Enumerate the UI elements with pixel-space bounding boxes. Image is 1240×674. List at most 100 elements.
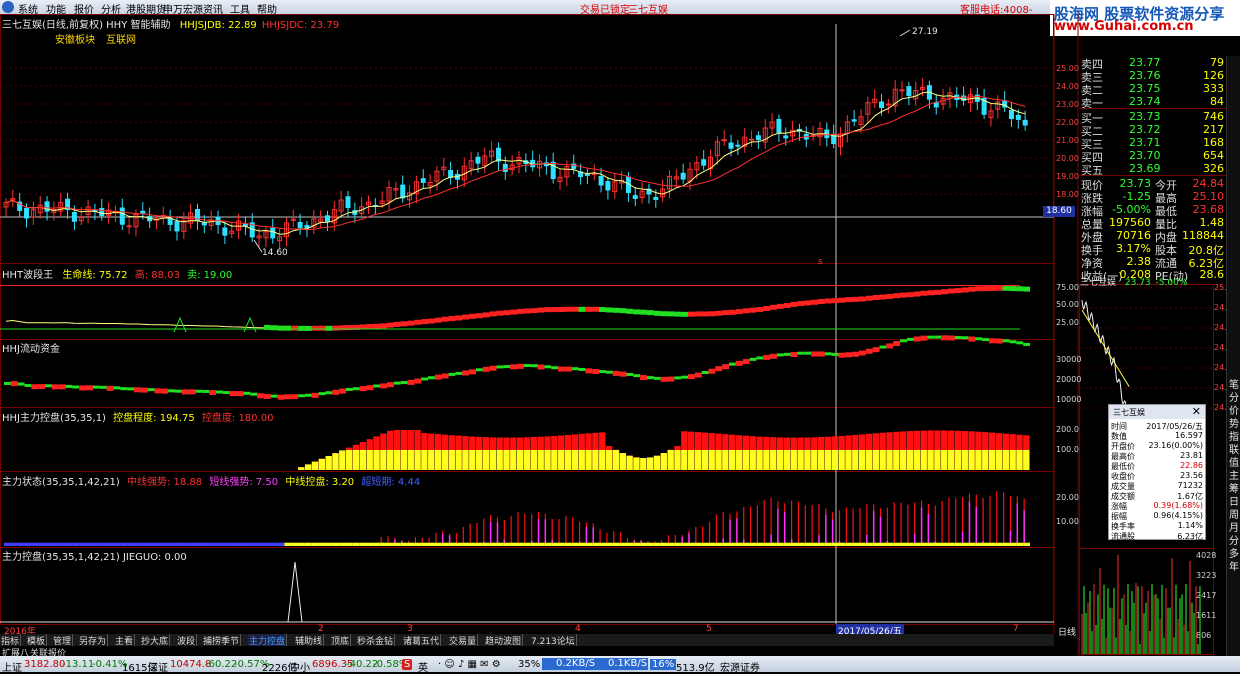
chart-tab-2[interactable]: 管理 bbox=[52, 634, 74, 647]
chart-tab-5[interactable]: 抄大底 bbox=[140, 634, 171, 647]
ind2-step bbox=[209, 390, 217, 396]
ind3-yellow-bar bbox=[1023, 450, 1030, 470]
ind4-series bbox=[4, 491, 1030, 546]
ind1-tick-2: 25.00 bbox=[1056, 318, 1079, 327]
ind3-yellow-bar bbox=[325, 456, 332, 470]
chart-tab-1[interactable]: 模板 bbox=[26, 634, 48, 647]
ind2-step bbox=[804, 351, 812, 355]
ind4-base-bar bbox=[31, 542, 39, 546]
ind2-step bbox=[140, 387, 148, 393]
tooltip-value: 0.39(1.68%) bbox=[1153, 501, 1203, 510]
chart-tab-7[interactable]: 捕捞季节 bbox=[202, 634, 242, 647]
sector-link-internet[interactable]: 互联网 bbox=[106, 31, 136, 46]
ind2-step bbox=[393, 381, 401, 385]
ind2-step bbox=[530, 364, 538, 368]
sell-row-0[interactable]: 卖四 23.77 79 bbox=[1079, 56, 1226, 71]
ind2-step bbox=[291, 394, 299, 400]
ind1-tick-0: 75.00 bbox=[1056, 283, 1079, 292]
tooltip-key: 时间 bbox=[1111, 422, 1127, 431]
sell-row-2[interactable]: 卖二 23.75 333 bbox=[1079, 82, 1226, 97]
indicator-tabs: 指标 模板 管理 另存为 主看 抄大底 波段 捕捞季节 主力控盘 辅助线 顶底 秒杀金钻 诸葛五代 交易量… bbox=[0, 634, 1054, 647]
tooltip-row: 成交额 1.67亿 bbox=[1111, 491, 1203, 501]
chart-tab-15[interactable]: 7.213论坛 bbox=[530, 634, 577, 647]
chart-tab-3[interactable]: 另存为 bbox=[78, 634, 109, 647]
sell-price: 23.75 bbox=[1129, 82, 1161, 95]
chart-tab-14[interactable]: 趋动波图 bbox=[484, 634, 524, 647]
chart-tab-13[interactable]: 交易量 bbox=[448, 634, 479, 647]
chart-canvas[interactable]: 25.1024.9024.8024.6924.5924.4924.3940283… bbox=[0, 0, 1240, 672]
sell-row-3[interactable]: 卖一 23.74 84 bbox=[1079, 95, 1226, 110]
ind2-step bbox=[366, 385, 374, 391]
ind2-step bbox=[65, 384, 73, 388]
buy-row-4[interactable]: 买五 23.69 326 bbox=[1079, 162, 1226, 177]
chart-tab-10[interactable]: 顶底 bbox=[330, 634, 352, 647]
quote-row-2: 涨幅 -5.00% 最低 23.68 bbox=[1079, 203, 1226, 218]
ind1-band bbox=[564, 306, 572, 312]
chart-tab-6[interactable]: 波段 bbox=[176, 634, 198, 647]
ind4-base-bar bbox=[113, 542, 121, 546]
chart-tab-9[interactable]: 辅助线 bbox=[294, 634, 325, 647]
buy-row-0[interactable]: 买一 23.73 746 bbox=[1079, 110, 1226, 125]
ind2-step bbox=[51, 384, 59, 390]
ind1-band bbox=[817, 298, 825, 304]
ind2-name: HHJ流动资金 bbox=[2, 344, 60, 355]
close-icon[interactable]: ✕ bbox=[1192, 405, 1201, 418]
ind4-base-bar bbox=[701, 542, 709, 546]
chart-tab-12[interactable]: 诸葛五代 bbox=[402, 634, 442, 647]
chart-tab-0[interactable]: 指标 bbox=[0, 634, 22, 647]
date-label-4: 5 bbox=[706, 624, 712, 634]
ind3-yellow-bar bbox=[701, 450, 709, 470]
ind3-yellow-bar bbox=[845, 450, 852, 470]
ind2-step bbox=[304, 393, 312, 397]
candle-body bbox=[475, 156, 481, 164]
buy-row-3[interactable]: 买四 23.70 654 bbox=[1079, 149, 1226, 164]
ind3-yellow-bar bbox=[879, 450, 886, 470]
ime-s-icon[interactable]: S bbox=[402, 659, 413, 670]
ind2-step bbox=[886, 343, 894, 349]
ind4-base-bar bbox=[154, 542, 162, 546]
period-label[interactable]: 日线 bbox=[1058, 625, 1076, 638]
buy-row-1[interactable]: 买二 23.72 217 bbox=[1079, 123, 1226, 138]
chart-tab-11[interactable]: 秒杀金钻 bbox=[356, 634, 396, 647]
ind4-base-bar bbox=[804, 542, 812, 546]
candle-body bbox=[24, 207, 30, 219]
ind3-yellow-bar bbox=[947, 450, 955, 470]
data-tooltip: 三七互娱 ✕ 时间 2017/05/26/五 数值 16.597 开盘价 23.16(0.… bbox=[1108, 404, 1206, 541]
ind2-step bbox=[352, 387, 360, 391]
candle-body bbox=[400, 184, 406, 199]
ind1-band bbox=[961, 287, 969, 293]
ind2-step bbox=[824, 352, 832, 356]
sector-link-anhui[interactable]: 安徽板块 bbox=[55, 31, 95, 46]
ind2-step bbox=[332, 389, 340, 395]
sell-row-1[interactable]: 卖三 23.76 126 bbox=[1079, 69, 1226, 84]
ind1-band bbox=[462, 314, 470, 320]
chart-tab-8[interactable]: 主力控盘 bbox=[248, 634, 288, 647]
sz-chg: -60.22 bbox=[205, 659, 238, 670]
ind4-base-bar bbox=[243, 542, 251, 546]
ind4-base-bar bbox=[475, 542, 483, 546]
ind3-yellow-bar bbox=[708, 450, 715, 470]
ind2-step bbox=[701, 370, 709, 374]
candle-body bbox=[728, 142, 734, 149]
ind4-base-bar bbox=[551, 542, 559, 546]
ind2-step bbox=[817, 351, 825, 357]
ind4-base-bar bbox=[106, 542, 114, 546]
ind1-band bbox=[701, 311, 709, 317]
ind1-band bbox=[414, 319, 422, 325]
ind2-step bbox=[934, 335, 942, 339]
ind4-base-bar bbox=[783, 542, 791, 546]
ind4-base-bar bbox=[311, 542, 319, 546]
ind4-base-bar bbox=[168, 542, 175, 546]
chart-tab-4[interactable]: 主看 bbox=[114, 634, 136, 647]
date-label-2: 3 bbox=[407, 624, 413, 634]
date-label-1: 2 bbox=[318, 624, 324, 634]
ind2-step bbox=[845, 352, 853, 358]
ind1-band bbox=[988, 285, 996, 291]
ind4-base-bar bbox=[592, 542, 600, 546]
tooltip-value: 6.23亿 bbox=[1177, 532, 1203, 541]
ind1-band bbox=[708, 311, 716, 317]
ind4-base-bar bbox=[120, 542, 128, 546]
right-tool-14[interactable]: 年 bbox=[1228, 558, 1240, 573]
buy-row-2[interactable]: 买三 23.71 168 bbox=[1079, 136, 1226, 151]
ind4-base-bar bbox=[1016, 542, 1024, 546]
